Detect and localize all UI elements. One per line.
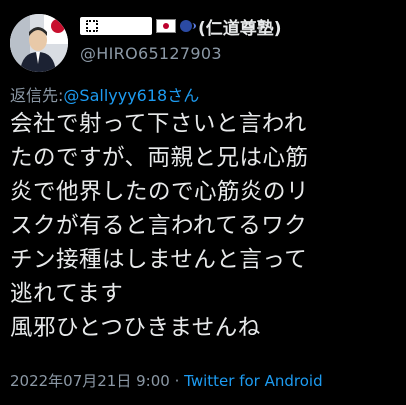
tweet-text-line: 逃れてます <box>10 281 124 307</box>
tweet-meta: 2022年07月21日 9:00 · Twitter for Android <box>10 370 323 391</box>
redacted-name <box>80 17 152 35</box>
tweet-text-line: 炎で他界したので心筋炎のリ <box>10 179 310 205</box>
reply-to-label: 返信先: <box>10 86 64 105</box>
tweet-text: 会社で射って下さいと言われ たのですが、両親と兄は心筋 炎で他界したので心筋炎の… <box>10 107 400 345</box>
author-name-suffix: (仁道尊塾) <box>198 18 282 39</box>
tweet-text-line: 会社で射って下さいと言われ <box>10 111 307 137</box>
tweet-source-link[interactable]: Twitter for Android <box>184 372 322 390</box>
tweet-text-line: たのですが、両親と兄は心筋 <box>10 145 309 171</box>
reply-to-honorific: さん <box>167 86 200 105</box>
meta-separator: · <box>174 372 180 390</box>
profile-photo-icon <box>10 14 68 72</box>
author-name-row[interactable]: (仁道尊塾) <box>80 14 282 39</box>
speaking-head-icon <box>179 18 196 34</box>
tweet-text-line: 風邪ひとつひきませんね <box>10 315 261 341</box>
reply-to-line: 返信先:@Sallyyy618さん <box>10 82 199 106</box>
tweet-text-line: チン接種はしませんと言って <box>10 247 308 273</box>
tweet-detail: (仁道尊塾) @HIRO65127903 返信先:@Sallyyy618さん 会… <box>0 0 406 405</box>
author-handle[interactable]: @HIRO65127903 <box>80 44 222 63</box>
reply-to-user-link[interactable]: @Sallyyy618 <box>63 86 167 105</box>
tweet-timestamp[interactable]: 2022年07月21日 9:00 <box>10 372 170 390</box>
tweet-text-line: スクが有ると言われてるワク <box>10 213 308 239</box>
avatar[interactable] <box>10 14 68 72</box>
japan-flag-icon <box>156 19 176 33</box>
